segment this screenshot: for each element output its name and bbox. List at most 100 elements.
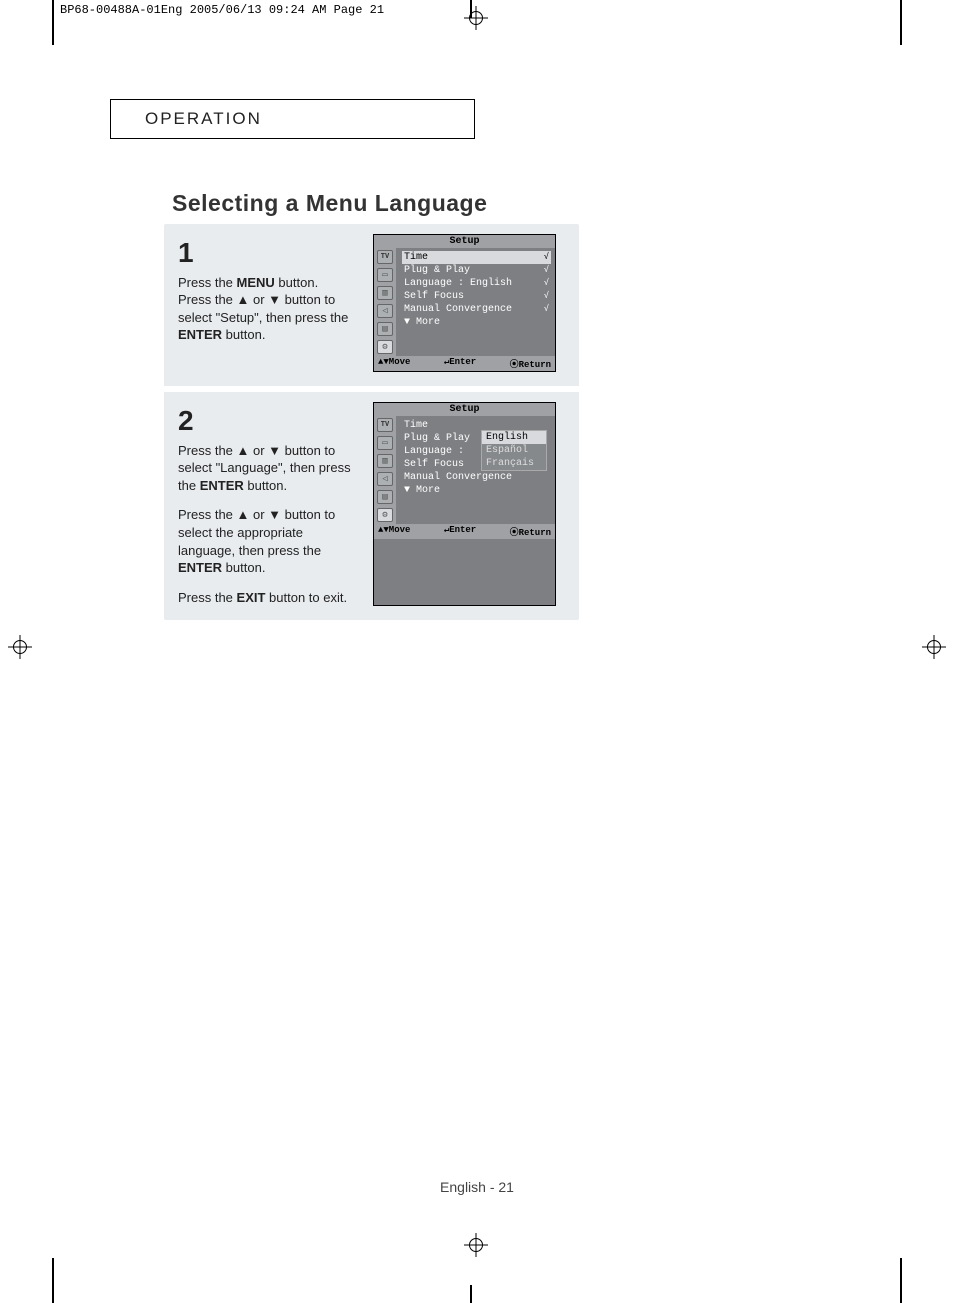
osd-list: Time Plug & Play Language : Self Focus M…: [396, 416, 555, 524]
sound-icon: ◁: [377, 304, 393, 318]
input-icon: ▭: [377, 268, 393, 282]
step-line: Press the EXIT button to exit.: [178, 589, 363, 607]
osd-row-label: Manual Convergence: [404, 304, 512, 315]
text: button.: [275, 275, 318, 290]
osd-row-label: Plug & Play: [404, 433, 470, 444]
osd-row-label: Time: [404, 420, 428, 431]
osd-body: TV ▭ ▥ ◁ ▤ ⚙ Time √ Plug & Play √ Language…: [374, 248, 555, 356]
osd-hint-enter: ↵Enter: [444, 357, 476, 370]
registration-mark-icon: [922, 635, 946, 659]
chevron-right-icon: √: [544, 278, 549, 289]
osd-row-time: Time √: [402, 251, 551, 264]
text-bold: ENTER: [178, 560, 222, 575]
osd-body: TV ▭ ▥ ◁ ▤ ⚙ Time Plug & Play Language :…: [374, 416, 555, 524]
osd-sidebar: TV ▭ ▥ ◁ ▤ ⚙: [374, 416, 396, 524]
osd-row-more: ▼ More: [402, 316, 551, 329]
osd-list: Time √ Plug & Play √ Language : English √ S…: [396, 248, 555, 356]
step-number: 1: [178, 234, 363, 272]
osd-row-manual-convergence: Manual Convergence: [402, 471, 551, 484]
registration-mark-icon: [8, 635, 32, 659]
print-header: BP68-00488A-01Eng 2005/06/13 09:24 AM Pa…: [60, 3, 384, 17]
osd-hint-move: ▲▼Move: [378, 357, 410, 370]
osd-row-manual-convergence: Manual Convergence √: [402, 303, 551, 316]
osd-row-label: Language :: [404, 446, 464, 457]
picture-icon: ▥: [377, 454, 393, 468]
osd-footer: ▲▼Move ↵Enter ⦿Return: [374, 356, 555, 371]
step-line: Press the MENU button.: [178, 274, 363, 292]
osd-row-label: ▼ More: [404, 317, 440, 328]
text: Press the ▲ or ▼ button to select "Setup…: [178, 292, 348, 325]
osd-row-plug-play: Plug & Play √: [402, 264, 551, 277]
step-line: Press the ▲ or ▼ button to select the ap…: [178, 506, 363, 576]
osd-sidebar: TV ▭ ▥ ◁ ▤ ⚙: [374, 248, 396, 356]
osd-title: Setup: [374, 235, 555, 248]
text: Press the: [178, 275, 237, 290]
channel-icon: ▤: [377, 490, 393, 504]
page-footer: English - 21: [0, 1179, 954, 1195]
bleed-mark: [900, 0, 902, 45]
osd-hint-return: ⦿Return: [510, 357, 551, 370]
picture-icon: ▥: [377, 286, 393, 300]
text-bold: EXIT: [237, 590, 266, 605]
osd-footer: ▲▼Move ↵Enter ⦿Return: [374, 524, 555, 539]
channel-icon: ▤: [377, 322, 393, 336]
osd-row-more: ▼ More: [402, 484, 551, 497]
osd-row-language: Language : English √: [402, 277, 551, 290]
step-1: 1 Press the MENU button. Press the ▲ or …: [164, 224, 579, 386]
bleed-mark: [52, 1258, 54, 1303]
page-title: Selecting a Menu Language: [172, 190, 487, 217]
tv-icon: TV: [377, 418, 393, 432]
step-2: 2 Press the ▲ or ▼ button to select "Lan…: [164, 386, 579, 620]
osd-row-label: Plug & Play: [404, 265, 470, 276]
language-option-espanol: Español: [482, 444, 546, 457]
osd-title: Setup: [374, 403, 555, 416]
steps-container: 1 Press the MENU button. Press the ▲ or …: [164, 224, 579, 620]
setup-icon: ⚙: [377, 340, 393, 354]
language-popup: English Español Français: [481, 430, 547, 471]
bleed-mark: [900, 1258, 902, 1303]
osd-row-label: Self Focus: [404, 291, 464, 302]
osd-setup-screenshot-1: Setup TV ▭ ▥ ◁ ▤ ⚙ Time √ Plug & Play √ La…: [373, 234, 556, 372]
tv-icon: TV: [377, 250, 393, 264]
osd-hint-enter: ↵Enter: [444, 525, 476, 538]
setup-icon: ⚙: [377, 508, 393, 522]
crop-mark: [470, 1285, 472, 1303]
step-number: 2: [178, 402, 363, 440]
language-option-francais: Français: [482, 457, 546, 470]
input-icon: ▭: [377, 436, 393, 450]
registration-mark-icon: [464, 1233, 488, 1257]
registration-mark-icon: [464, 6, 488, 30]
text: button to exit.: [265, 590, 347, 605]
chevron-right-icon: √: [544, 304, 549, 315]
text: Press the: [178, 590, 237, 605]
text: Press the ▲ or ▼ button to select the ap…: [178, 507, 335, 557]
osd-setup-screenshot-2: Setup TV ▭ ▥ ◁ ▤ ⚙ Time Plug & Play Lang…: [373, 402, 556, 606]
text-bold: ENTER: [178, 327, 222, 342]
osd-row-value: English: [470, 278, 512, 289]
text: button.: [244, 478, 287, 493]
language-option-english: English: [482, 431, 546, 444]
osd-row-label: Manual Convergence: [404, 472, 512, 483]
osd-row-label: Time: [404, 252, 428, 263]
osd-row-label: Language :: [404, 278, 464, 289]
osd-row-label: ▼ More: [404, 485, 440, 496]
osd-row-label: Self Focus: [404, 459, 464, 470]
text-bold: MENU: [237, 275, 275, 290]
step-text: 1 Press the MENU button. Press the ▲ or …: [178, 234, 373, 372]
osd-hint-return: ⦿Return: [510, 525, 551, 538]
chevron-right-icon: √: [544, 265, 549, 276]
osd-hint-move: ▲▼Move: [378, 525, 410, 538]
text: button.: [222, 560, 265, 575]
sound-icon: ◁: [377, 472, 393, 486]
step-line: Press the ▲ or ▼ button to select "Langu…: [178, 442, 363, 495]
step-line: Press the ▲ or ▼ button to select "Setup…: [178, 291, 363, 344]
osd-row-self-focus: Self Focus √: [402, 290, 551, 303]
bleed-mark: [52, 0, 54, 45]
text: button.: [222, 327, 265, 342]
chevron-right-icon: √: [544, 291, 549, 302]
chevron-right-icon: √: [544, 252, 549, 263]
step-text: 2 Press the ▲ or ▼ button to select "Lan…: [178, 402, 373, 606]
section-header: OPERATION: [110, 99, 475, 139]
section-header-label: OPERATION: [145, 109, 262, 129]
text-bold: ENTER: [200, 478, 244, 493]
